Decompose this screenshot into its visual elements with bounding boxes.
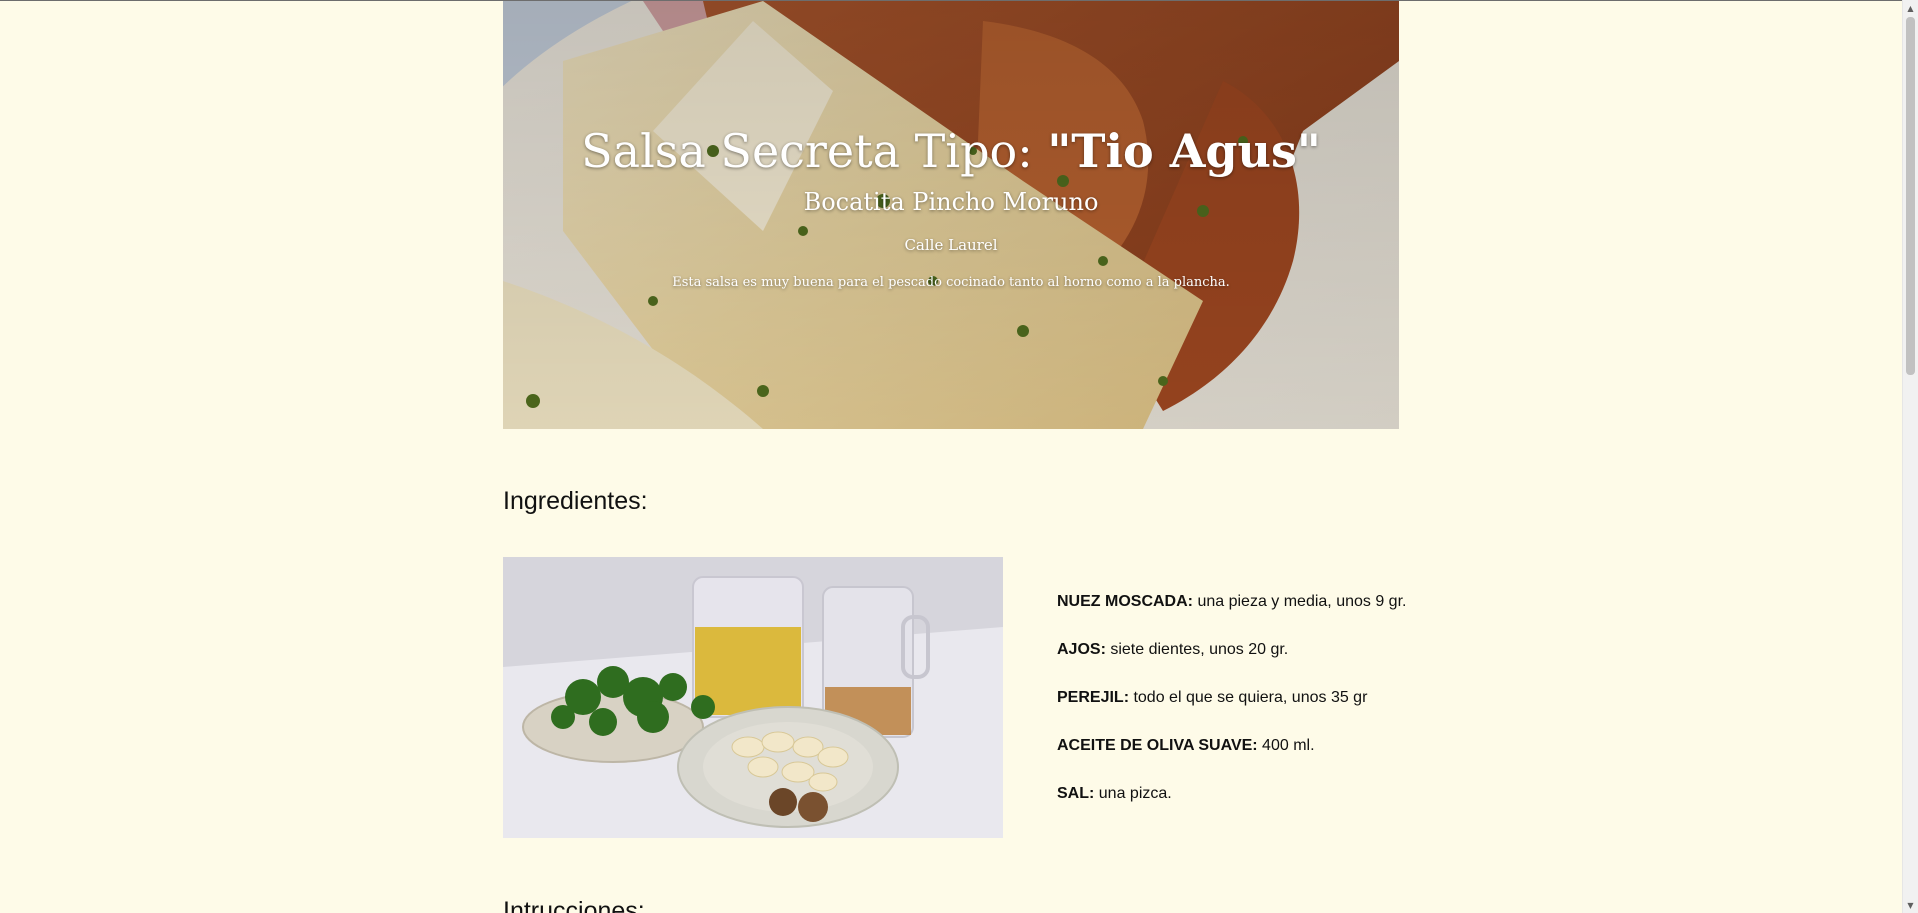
ingredient-name: NUEZ MOSCADA: <box>1057 593 1193 610</box>
hero-banner: Salsa Secreta Tipo: "Tio Agus" Bocatita … <box>503 1 1399 429</box>
ingredients-heading: Ingredientes: <box>503 487 648 515</box>
ingredients-photo <box>503 557 1003 838</box>
scroll-up-arrow-icon[interactable]: ▲ <box>1903 1 1918 16</box>
title-highlight: "Tio Agus" <box>1047 124 1321 178</box>
ingredient-name: SAL: <box>1057 785 1095 802</box>
instructions-heading: Intrucciones: <box>503 897 645 913</box>
ingredients-photo-image <box>503 557 1003 838</box>
hero-text-overlay: Salsa Secreta Tipo: "Tio Agus" Bocatita … <box>503 1 1399 429</box>
vertical-scrollbar[interactable]: ▲ ▼ <box>1902 0 1918 913</box>
page: Salsa Secreta Tipo: "Tio Agus" Bocatita … <box>0 0 1918 913</box>
ingredient-item: NUEZ MOSCADA: una pieza y media, unos 9 … <box>1057 590 1417 638</box>
ingredient-name: PEREJIL: <box>1057 689 1130 706</box>
scroll-down-arrow-icon[interactable]: ▼ <box>1903 898 1918 913</box>
ingredient-detail: una pizca. <box>1094 785 1172 802</box>
ingredient-list: NUEZ MOSCADA: una pieza y media, unos 9 … <box>1057 590 1417 830</box>
ingredient-item: AJOS: siete dientes, unos 20 gr. <box>1057 638 1417 686</box>
ingredient-detail: todo el que se quiera, unos 35 gr <box>1129 689 1368 706</box>
ingredient-item: PEREJIL: todo el que se quiera, unos 35 … <box>1057 686 1417 734</box>
hero-description: Esta salsa es muy buena para el pescado … <box>672 275 1230 290</box>
ingredient-name: AJOS: <box>1057 641 1106 658</box>
ingredient-detail: una pieza y media, unos 9 gr. <box>1193 593 1407 610</box>
page-title: Salsa Secreta Tipo: "Tio Agus" <box>581 123 1321 179</box>
scrollbar-thumb[interactable] <box>1906 17 1915 375</box>
ingredient-detail: siete dientes, unos 20 gr. <box>1105 641 1289 658</box>
ingredient-item: ACEITE DE OLIVA SUAVE: 400 ml. <box>1057 734 1417 782</box>
title-prefix: Salsa Secreta Tipo: <box>581 124 1048 178</box>
hero-street: Calle Laurel <box>904 236 998 254</box>
ingredient-name: ACEITE DE OLIVA SUAVE: <box>1057 737 1258 754</box>
hero-subtitle: Bocatita Pincho Moruno <box>803 188 1099 216</box>
ingredient-item: SAL: una pizca. <box>1057 782 1417 830</box>
ingredient-detail: 400 ml. <box>1257 737 1315 754</box>
